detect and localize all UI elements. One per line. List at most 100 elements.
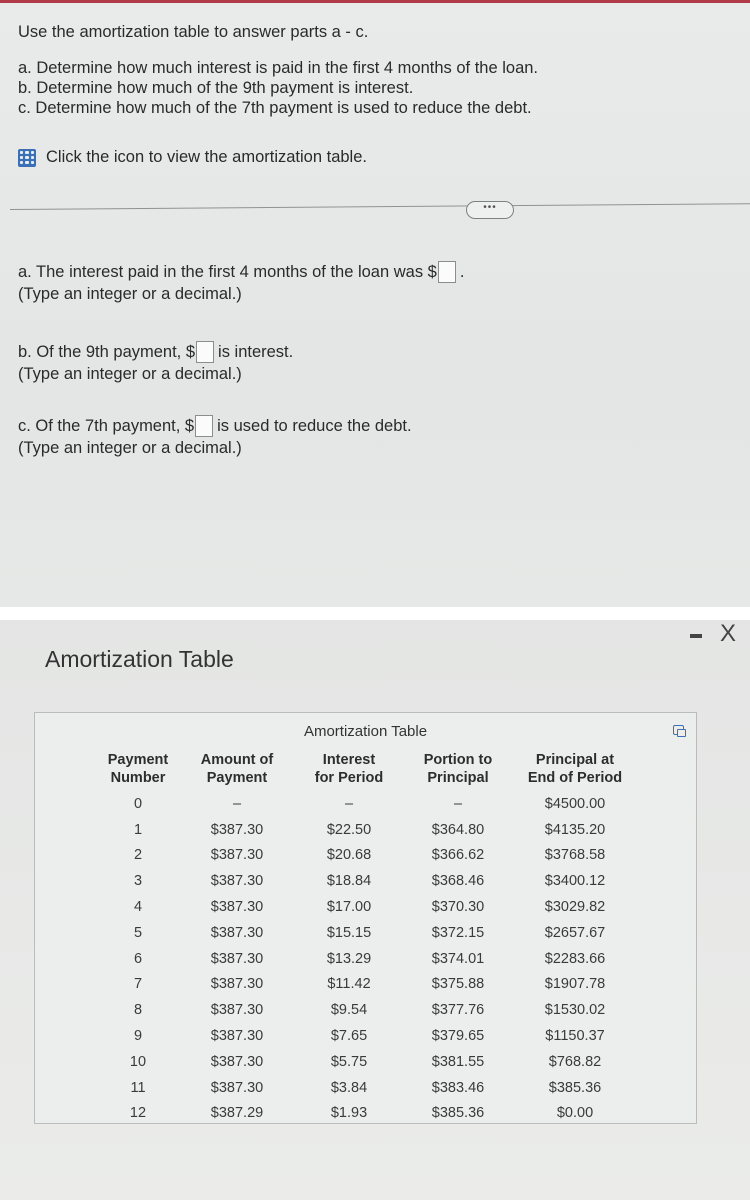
popout-icon[interactable] [673,725,686,737]
cell-amount-of-payment: $387.30 [210,976,264,993]
table-row: 2 $387.30 $20.68 $366.62 $3768.58 [95,843,639,869]
answer-c-input[interactable] [195,415,214,437]
expand-more-button[interactable]: ••• [466,201,514,219]
cell-payment-number: 4 [133,899,143,916]
cell-amount-of-payment: $387.30 [210,1028,264,1045]
cell-interest: $5.75 [330,1053,368,1070]
cell-payment-number: 0 [133,795,143,812]
minimize-icon[interactable] [689,634,702,638]
table-row: 11 $387.30 $3.84 $383.46 $385.36 [95,1075,639,1101]
cell-portion-to-principal: $381.55 [431,1053,485,1070]
table-body: 0 – – – $4500.00 1 $387.30 $22.50 $364.80 $4135.2… [95,791,639,1126]
answer-c-hint: (Type an integer or a decimal.) [18,439,242,457]
cell-portion-to-principal: $383.46 [431,1079,485,1096]
cell-amount-of-payment: $387.30 [210,847,264,864]
part-b-text: b. Determine how much of the 9th payment… [18,79,414,97]
question-panel: Use the amortization table to answer par… [0,0,750,607]
cell-amount-of-payment: $387.29 [210,1105,264,1122]
table-grid-icon[interactable] [18,148,36,167]
table-row: 4 $387.30 $17.00 $370.30 $3029.82 [95,894,639,920]
cell-amount-of-payment: $387.30 [210,1002,264,1019]
cell-amount-of-payment: $387.30 [210,873,264,890]
cell-principal-end: $2283.66 [544,950,606,967]
cell-portion-to-principal: $372.15 [431,924,485,941]
answer-c-suffix: is used to reduce the debt. [217,417,412,435]
cell-payment-number: 11 [130,1079,146,1096]
view-table-link-text[interactable]: Click the icon to view the amortization … [46,148,367,167]
cell-portion-to-principal: $385.36 [431,1105,485,1122]
part-c-text: c. Determine how much of the 7th payment… [18,99,532,117]
cell-interest: $18.84 [326,873,372,890]
cell-interest: $7.65 [330,1028,368,1045]
answer-b: b. Of the 9th payment, $ is interest. (T… [18,341,293,385]
header-portion-to-principal: Portion to Principal [423,752,493,786]
cell-payment-number: 2 [133,847,143,864]
answer-a-input[interactable] [437,261,456,283]
modal-title: Amortization Table [45,646,234,672]
table-header-row: Payment Number Amount of Payment Interest f… [95,751,639,791]
cell-portion-to-principal: $370.30 [431,899,485,916]
cell-portion-to-principal: – [453,795,463,812]
cell-amount-of-payment: – [232,795,242,812]
answer-c: c. Of the 7th payment, $ is used to redu… [18,415,412,459]
cell-interest: $3.84 [330,1079,368,1096]
table-row: 9 $387.30 $7.65 $379.65 $1150.37 [95,1023,639,1049]
view-table-link[interactable]: Click the icon to view the amortization … [18,148,367,167]
screenshot-gap [0,607,750,621]
answer-b-prefix: b. Of the 9th payment, $ [18,343,196,361]
header-payment-number: Payment Number [107,752,169,786]
table-row: 3 $387.30 $18.84 $368.46 $3400.12 [95,868,639,894]
cell-principal-end: $2657.67 [544,924,606,941]
cell-portion-to-principal: $366.62 [431,847,485,864]
cell-payment-number: 8 [133,1002,143,1019]
cell-portion-to-principal: $364.80 [431,821,485,838]
cell-principal-end: $0.00 [556,1105,594,1122]
table-row: 8 $387.30 $9.54 $377.76 $1530.02 [95,997,639,1023]
cell-payment-number: 9 [133,1028,143,1045]
part-a-text: a. Determine how much interest is paid i… [18,59,539,77]
table-title: Amortization Table [303,723,428,740]
cell-principal-end: $768.82 [548,1053,602,1070]
header-interest-for-period: Interest for Period [314,752,384,786]
table-row: 10 $387.30 $5.75 $381.55 $768.82 [95,1049,639,1075]
cell-portion-to-principal: $379.65 [431,1028,485,1045]
cell-interest: $9.54 [330,1002,368,1019]
answer-a-suffix: . [459,263,465,281]
cell-interest: $22.50 [326,821,372,838]
cell-amount-of-payment: $387.30 [210,924,264,941]
cell-payment-number: 5 [133,924,143,941]
cell-amount-of-payment: $387.30 [210,899,264,916]
cell-amount-of-payment: $387.30 [210,1079,264,1096]
cell-interest: $13.29 [326,950,372,967]
cell-amount-of-payment: $387.30 [210,1053,264,1070]
answer-a: a. The interest paid in the first 4 mont… [18,261,464,305]
cell-amount-of-payment: $387.30 [210,821,264,838]
cell-portion-to-principal: $374.01 [431,950,485,967]
cell-payment-number: 1 [133,821,143,838]
cell-principal-end: $385.36 [548,1079,602,1096]
cell-payment-number: 12 [129,1105,147,1122]
amortization-modal: Amortization Table X Amortization Table … [0,620,750,1200]
amortization-table: Payment Number Amount of Payment Interest f… [95,751,639,1126]
cell-principal-end: $4135.20 [544,821,606,838]
cell-principal-end: $1150.37 [545,1028,605,1045]
header-amount-of-payment: Amount of Payment [200,752,274,786]
table-row: 0 – – – $4500.00 [95,791,639,817]
question-parts: a. Determine how much interest is paid i… [18,58,538,118]
cell-amount-of-payment: $387.30 [210,950,264,967]
table-row: 1 $387.30 $22.50 $364.80 $4135.20 [95,817,639,843]
cell-interest: – [344,795,354,812]
cell-payment-number: 7 [133,976,143,993]
answer-c-prefix: c. Of the 7th payment, $ [18,417,195,435]
cell-payment-number: 3 [133,873,143,890]
cell-principal-end: $3029.82 [544,899,606,916]
close-icon[interactable]: X [720,622,736,646]
answer-b-input[interactable] [196,341,215,363]
cell-interest: $11.42 [327,976,371,993]
table-row: 12 $387.29 $1.93 $385.36 $0.00 [95,1101,639,1127]
instruction-text: Use the amortization table to answer par… [18,23,369,41]
cell-interest: $17.00 [326,899,372,916]
cell-interest: $20.68 [326,847,372,864]
cell-principal-end: $3768.58 [544,847,606,864]
answer-b-suffix: is interest. [218,343,294,361]
